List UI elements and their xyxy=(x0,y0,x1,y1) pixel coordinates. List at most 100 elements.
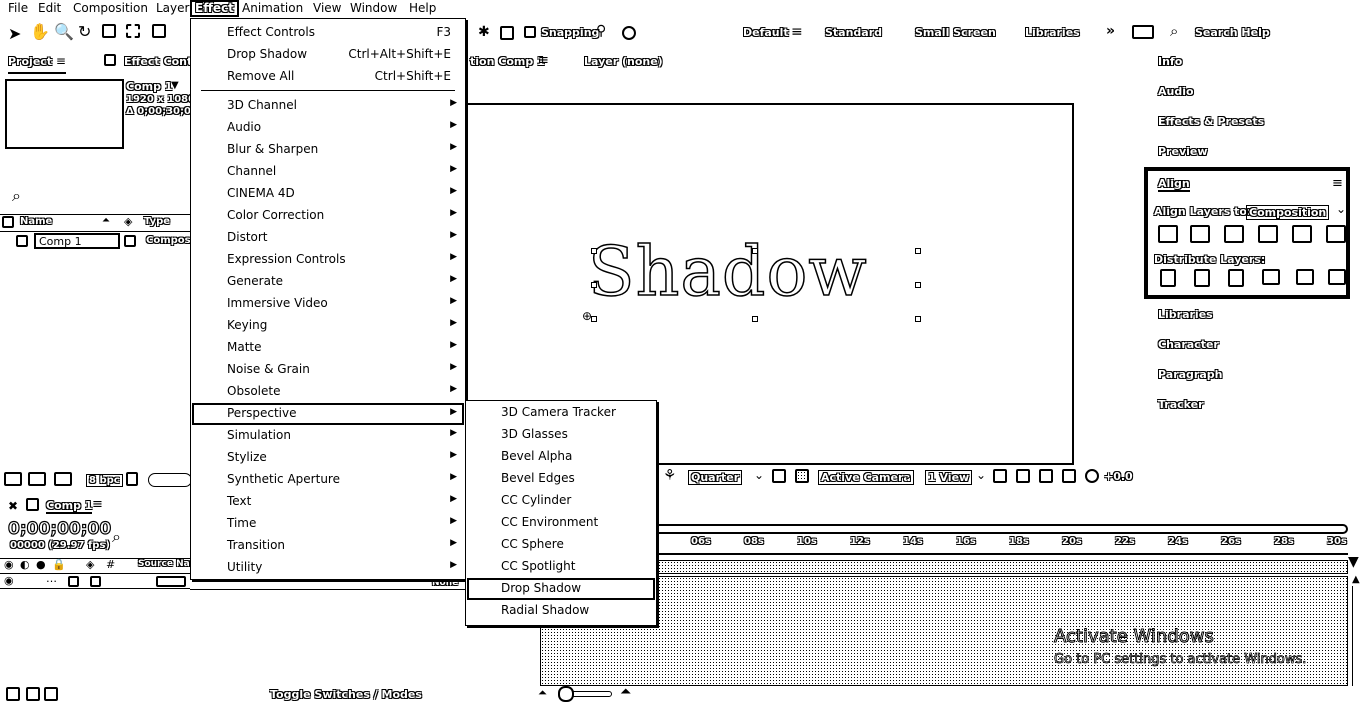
solo-switch-icon[interactable]: ● xyxy=(36,558,46,571)
column-name[interactable]: Name xyxy=(20,216,52,227)
menu-item-noise-grain[interactable]: Noise & Grain ▶ xyxy=(191,359,465,381)
camera-chevron-icon[interactable]: ⌄ xyxy=(903,468,913,482)
timeline-footer-icon[interactable] xyxy=(26,687,40,701)
sync-settings-icon[interactable] xyxy=(1132,25,1154,39)
info-panel[interactable]: Info xyxy=(1158,55,1182,68)
distribute-left-icon[interactable] xyxy=(1262,269,1280,285)
menu-item-expression-controls[interactable]: Expression Controls ▶ xyxy=(191,249,465,271)
submenu-item-bevel-alpha[interactable]: Bevel Alpha xyxy=(466,446,656,468)
submenu-item-3d-camera-tracker[interactable]: 3D Camera Tracker xyxy=(466,402,656,424)
transform-handle[interactable] xyxy=(915,316,921,322)
toggle-pixel-aspect-icon[interactable] xyxy=(993,469,1007,483)
menu-item-effect-controls[interactable]: Effect Controls F3 xyxy=(191,22,465,44)
menu-item-utility[interactable]: Utility ▶ xyxy=(191,557,465,579)
menu-item-text[interactable]: Text ▶ xyxy=(191,491,465,513)
project-list-item[interactable]: Comp 1 Composi xyxy=(0,233,194,251)
rectangle-tool-icon[interactable] xyxy=(152,24,166,38)
menu-composition[interactable]: Composition xyxy=(73,1,148,15)
layer-row[interactable]: ◉ … xyxy=(0,572,190,589)
align-to-dropdown[interactable]: Composition xyxy=(1246,205,1330,220)
canvas-text-layer[interactable]: Shadow xyxy=(587,232,868,313)
panel-menu-icon[interactable]: ≡ xyxy=(56,54,66,68)
transform-handle[interactable] xyxy=(915,282,921,288)
audio-switch-icon[interactable]: ◐ xyxy=(20,558,30,571)
distribute-horizontal-center-icon[interactable] xyxy=(1296,269,1314,285)
snap-options-icon[interactable] xyxy=(622,26,636,40)
close-tab-icon[interactable]: ✖ xyxy=(8,499,18,513)
selection-tool-icon[interactable]: ➤ xyxy=(8,24,21,43)
views-dropdown[interactable]: 1 View xyxy=(925,470,973,485)
views-chevron-icon[interactable]: ⌄ xyxy=(976,468,986,482)
comp-dropdown-icon[interactable]: ▼ xyxy=(171,80,179,91)
effects-presets-panel[interactable]: Effects & Presets xyxy=(1158,115,1264,128)
timeline-track-area[interactable] xyxy=(540,576,1348,686)
trash-icon[interactable] xyxy=(126,472,138,486)
menu-item-3d-channel[interactable]: 3D Channel ▶ xyxy=(191,95,465,117)
audio-panel[interactable]: Audio xyxy=(1158,85,1194,98)
transform-handle[interactable] xyxy=(752,316,758,322)
workspace-standard[interactable]: Standard xyxy=(825,26,882,39)
menu-item-remove-all[interactable]: Remove All Ctrl+Shift+E xyxy=(191,66,465,88)
timeline-search-icon[interactable]: ⌕ xyxy=(112,527,121,547)
snap-magnet-icon[interactable]: ⚲ xyxy=(596,23,606,39)
submenu-item-radial-shadow[interactable]: Radial Shadow xyxy=(466,600,656,622)
preview-panel[interactable]: Preview xyxy=(1158,145,1208,158)
work-area-bar[interactable] xyxy=(540,524,1348,534)
bpc-button[interactable]: 8 bpc xyxy=(86,474,123,487)
menu-view[interactable]: View xyxy=(313,1,341,15)
project-search-icon[interactable]: ⌕ xyxy=(12,186,21,206)
submenu-item-cc-spotlight[interactable]: CC Spotlight xyxy=(466,556,656,578)
overflow-chevron-icon[interactable]: » xyxy=(1106,23,1115,39)
menu-item-immersive-video[interactable]: Immersive Video ▶ xyxy=(191,293,465,315)
flowchart-icon[interactable] xyxy=(1062,469,1076,483)
workspace-small-screen[interactable]: Small Screen xyxy=(915,26,996,39)
rotate-tool-icon[interactable]: ↻ xyxy=(78,22,91,41)
zoom-in-icon[interactable]: ⏶ xyxy=(620,684,631,700)
snapping-checkbox-icon[interactable] xyxy=(500,26,514,40)
new-folder-icon[interactable] xyxy=(28,472,46,486)
project-scrollbar[interactable] xyxy=(148,473,192,487)
sort-icon[interactable]: ⏶ xyxy=(102,215,110,226)
menu-item-obsolete[interactable]: Obsolete ▶ xyxy=(191,381,465,403)
layer-name-field[interactable] xyxy=(156,576,186,587)
lock-panel-icon[interactable] xyxy=(104,54,116,66)
menu-file[interactable]: File xyxy=(8,1,28,15)
label-tag-icon[interactable]: ◈ xyxy=(86,558,94,571)
toggle-switches-modes-button[interactable]: Toggle Switches / Modes xyxy=(270,688,422,701)
video-switch-icon[interactable]: ◉ xyxy=(4,558,14,571)
layer-visibility-icon[interactable]: ◉ xyxy=(4,574,14,587)
submenu-item-cc-cylinder[interactable]: CC Cylinder xyxy=(466,490,656,512)
new-comp-icon[interactable] xyxy=(54,472,72,486)
timeline-comp-tab[interactable]: Comp 1 xyxy=(46,499,93,514)
camera-tool-icon[interactable] xyxy=(102,24,116,38)
menu-window[interactable]: Window xyxy=(350,1,397,15)
align-bottom-icon[interactable] xyxy=(1326,225,1346,243)
tag-column-icon[interactable]: ◈ xyxy=(124,215,132,228)
menu-item-blur-sharpen[interactable]: Blur & Sharpen ▶ xyxy=(191,139,465,161)
current-time-display[interactable]: 0;00;00;00 xyxy=(7,518,111,539)
menu-effect[interactable]: Effect xyxy=(190,0,239,17)
scroll-up-icon[interactable]: ▲ xyxy=(1352,574,1360,585)
timeline-menu-icon[interactable]: ≡ xyxy=(92,497,103,512)
menu-item-synthetic-aperture[interactable]: Synthetic Aperture ▶ xyxy=(191,469,465,491)
menu-item-stylize[interactable]: Stylize ▶ xyxy=(191,447,465,469)
menu-animation[interactable]: Animation xyxy=(242,1,303,15)
menu-item-color-correction[interactable]: Color Correction ▶ xyxy=(191,205,465,227)
search-help-field[interactable]: Search Help xyxy=(1195,26,1270,39)
playhead-icon[interactable]: ▼ xyxy=(1348,554,1359,570)
search-icon[interactable]: ⌕ xyxy=(1170,22,1178,40)
label-column-icon[interactable] xyxy=(2,216,14,228)
layer-expand-icon[interactable]: … xyxy=(46,572,57,585)
align-right-icon[interactable] xyxy=(1224,225,1244,243)
submenu-item-3d-glasses[interactable]: 3D Glasses xyxy=(466,424,656,446)
workspace-default[interactable]: Default xyxy=(743,26,789,39)
lock-switch-icon[interactable]: 🔒 xyxy=(52,558,66,571)
menu-item-transition[interactable]: Transition ▶ xyxy=(191,535,465,557)
pan-behind-tool-icon[interactable] xyxy=(126,24,140,38)
timeline-icon[interactable] xyxy=(1039,469,1053,483)
layer-duration-bar[interactable] xyxy=(540,560,1348,574)
transparency-grid-icon[interactable] xyxy=(795,469,809,483)
interpret-footage-icon[interactable] xyxy=(4,472,22,486)
layer-number-icon[interactable]: # xyxy=(106,558,115,571)
workspace-libraries[interactable]: Libraries xyxy=(1025,26,1080,39)
